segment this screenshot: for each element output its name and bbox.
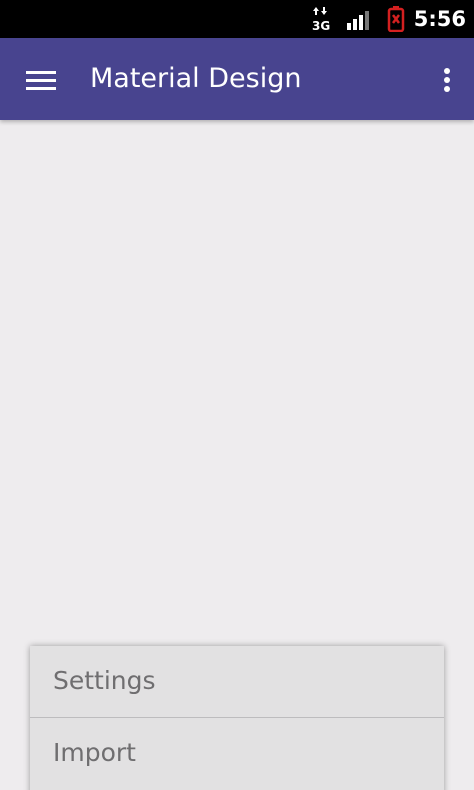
- menu-item-label: Settings: [53, 666, 156, 695]
- app-title: Material Design: [90, 63, 302, 94]
- app-screen: 3G 5:56 Material Design Settings Import: [0, 0, 474, 790]
- menu-item-import[interactable]: Import: [30, 718, 444, 789]
- hamburger-menu-icon[interactable]: [18, 60, 64, 100]
- menu-item-settings[interactable]: Settings: [30, 646, 444, 717]
- battery-alert-icon: [387, 6, 405, 33]
- status-time: 5:56: [413, 7, 466, 31]
- status-bar: 3G 5:56: [0, 0, 474, 38]
- data-3g-icon: 3G: [311, 6, 331, 33]
- signal-strength-icon: [346, 10, 372, 30]
- menu-item-label: Import: [53, 738, 136, 767]
- more-vert-icon[interactable]: [432, 60, 462, 100]
- app-bar: Material Design: [0, 38, 474, 120]
- overflow-popup-menu: Settings Import: [30, 646, 444, 790]
- svg-text:3G: 3G: [312, 19, 330, 32]
